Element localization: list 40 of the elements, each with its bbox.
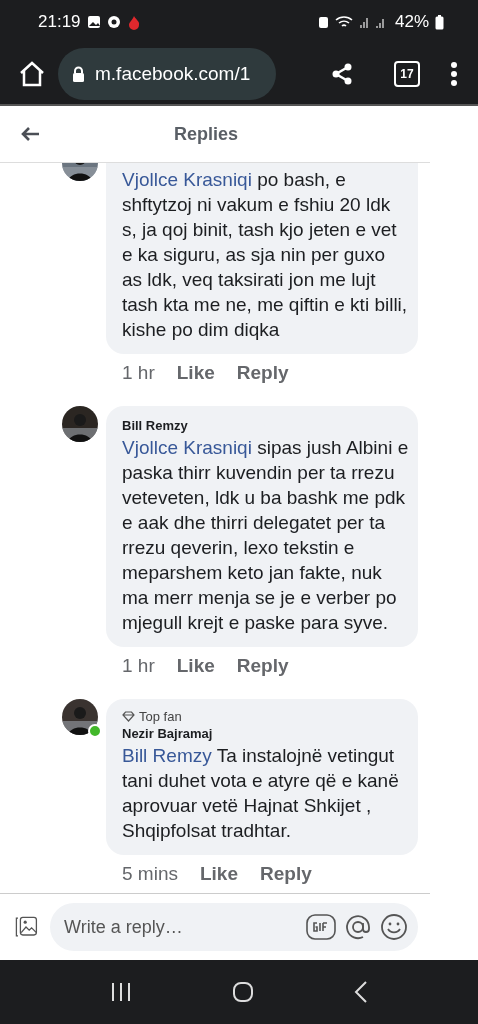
reply-link[interactable]: Reply (260, 863, 312, 885)
timestamp: 1 hr (122, 362, 155, 384)
recent-apps-icon[interactable] (110, 982, 132, 1002)
reply-link[interactable]: Reply (236, 362, 289, 384)
page-title: Replies (174, 123, 239, 145)
like-link[interactable]: Like (176, 362, 215, 384)
address-bar[interactable]: m.facebook.com/1 (58, 48, 276, 100)
tab-count-button[interactable]: 17 (394, 61, 420, 87)
menu-icon[interactable] (450, 61, 458, 87)
author-name[interactable]: Nezir Bajramaj (122, 726, 410, 741)
clock: 21:19 (38, 12, 81, 32)
author-name[interactable]: Bill Remzy (122, 418, 410, 433)
comment-text: Vjollce Krasniqi sipas jush Albini e paska thirr kuvendin per ta rrezu veteveten, ldk u ba bashk me pdk e aak dhe thirri delegatet per ta rrezu qeverin, lexo tekstin e meparshem keto jan fakte, nuk ma merr menja se je e verber po mjegull krejt e paske para syve. (122, 436, 410, 635)
reply-link[interactable]: Reply (236, 655, 289, 677)
battery-level: 42% (394, 12, 429, 32)
battery-icon (435, 14, 444, 30)
lock-icon (72, 66, 85, 82)
like-link[interactable]: Like (176, 655, 215, 677)
diamond-icon (122, 711, 135, 722)
mention-link[interactable]: Bill Remzy (122, 745, 212, 766)
back-arrow-icon[interactable] (20, 126, 40, 142)
reply-input[interactable]: Write a reply… (62, 915, 298, 939)
image-icon (86, 15, 101, 29)
comment-text: Bill Remzy Ta instalojnë vetingut tani duhet vota e atyre që e kanë aprovuar vetë Hajnat Shkijet , Shqipfolsat tradhtar. (122, 744, 400, 843)
mention-link[interactable]: Vjollce Krasniqi (122, 437, 252, 458)
home-button-icon[interactable] (232, 981, 254, 1003)
emoji-icon[interactable] (380, 913, 408, 941)
mention-link[interactable]: Vjollce Krasniqi (122, 169, 252, 190)
comment-text: Vjollce Krasniqi po bash, e shftytzoj ni vakum e fshiu 20 ldk s, ja qoj binit, tash kjo jeten e vet e ka siguru, as sja nin per guxo as ldk, veq taksirati jon me lujt tash kta me ne, me qiftin e kti billi, kishe po dim diqka (122, 168, 409, 342)
timestamp: 5 mins (122, 863, 178, 885)
home-icon[interactable] (18, 60, 46, 88)
like-link[interactable]: Like (199, 863, 238, 885)
timestamp: 1 hr (122, 655, 155, 677)
reply-box[interactable]: Write a reply… (50, 903, 418, 951)
share-icon[interactable] (330, 62, 354, 86)
wifi-icon (334, 15, 353, 29)
top-fan-label: Top fan (139, 709, 182, 724)
mention-icon[interactable] (344, 913, 372, 941)
back-icon[interactable] (354, 981, 368, 1003)
gif-icon[interactable] (306, 914, 336, 940)
